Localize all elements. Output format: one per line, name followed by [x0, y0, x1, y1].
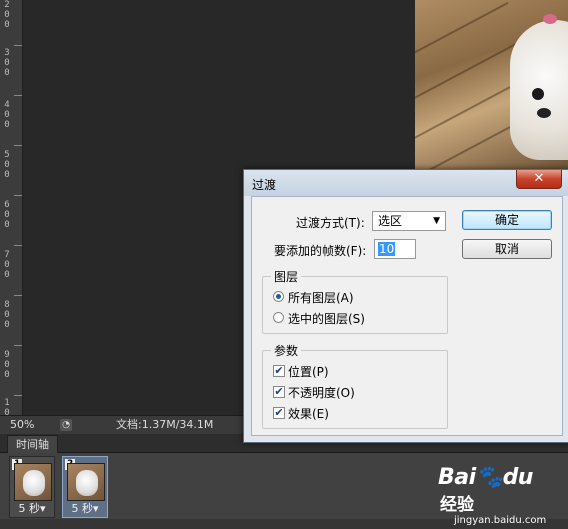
- ruler-tick: [14, 95, 22, 96]
- ruler-tick: [14, 395, 22, 396]
- vertical-ruler[interactable]: 2 0 0 3 0 0 4 0 0 5 0 0 6 0 0 7 0 0 8 0 …: [0, 0, 23, 428]
- chevron-down-icon: ▼: [433, 216, 440, 226]
- selected-layers-label[interactable]: 选中的图层(S): [288, 310, 365, 327]
- opacity-label[interactable]: 不透明度(O): [288, 384, 355, 401]
- ruler-label: 3 0 0: [4, 48, 10, 78]
- timeline-frame[interactable]: 2 5 秒▾: [62, 456, 108, 518]
- all-layers-radio[interactable]: [273, 291, 284, 302]
- all-layers-label[interactable]: 所有图层(A): [288, 289, 354, 306]
- floor-plank: [415, 1, 509, 61]
- ruler-label: 7 0 0: [4, 250, 10, 280]
- paw-icon: 🐾: [475, 465, 503, 490]
- ok-button[interactable]: 确定: [462, 210, 552, 230]
- dialog-title: 过渡: [252, 178, 277, 192]
- ruler-tick: [14, 195, 22, 196]
- effects-label[interactable]: 效果(E): [288, 405, 329, 422]
- ruler-tick: [14, 45, 22, 46]
- watermark-suffix: 经验: [440, 495, 474, 515]
- timeline-frame[interactable]: 1 5 秒▾: [9, 456, 55, 518]
- ruler-label: 9 0 0: [4, 350, 10, 380]
- frames-to-add-input[interactable]: 10: [374, 239, 416, 259]
- frame-delay[interactable]: 5 秒▾: [10, 502, 54, 515]
- dialog-titlebar[interactable]: 过渡 ✕: [244, 170, 568, 196]
- frames-to-add-label: 要添加的帧数(F):: [274, 244, 367, 258]
- dialog-body: 过渡方式(T): 选区 ▼ 要添加的帧数(F): 10 确定 取消 图层 所有图…: [251, 196, 563, 436]
- ruler-label: 5 0 0: [4, 150, 10, 180]
- dog-bow: [543, 14, 557, 24]
- frame-thumbnail: [14, 463, 52, 501]
- zoom-level[interactable]: 50%: [10, 416, 34, 434]
- layers-group: 图层 所有图层(A) 选中的图层(S): [262, 268, 448, 334]
- ruler-label: 2 0 0: [4, 0, 10, 30]
- status-menu-icon[interactable]: ◔: [60, 419, 72, 431]
- dog-eye: [532, 88, 544, 100]
- watermark-brand: Bai: [438, 465, 476, 490]
- document-info: 文档:1.37M/34.1M: [116, 418, 214, 431]
- dog-nose: [537, 108, 551, 118]
- watermark-url: jingyan.baidu.com: [454, 515, 547, 526]
- document-image[interactable]: [415, 0, 568, 170]
- baidu-watermark: Bai🐾du 经验 jingyan.baidu.com: [438, 465, 568, 526]
- layers-group-title: 图层: [271, 268, 302, 285]
- ruler-label: 8 0 0: [4, 300, 10, 330]
- tween-method-label: 过渡方式(T):: [296, 216, 365, 230]
- tween-method-value: 选区: [378, 214, 403, 228]
- position-label[interactable]: 位置(P): [288, 363, 329, 380]
- ruler-label: 6 0 0: [4, 200, 10, 230]
- effects-checkbox[interactable]: ✔: [273, 407, 285, 419]
- ruler-tick: [14, 145, 22, 146]
- tab-timeline[interactable]: 时间轴: [7, 435, 58, 453]
- cancel-button[interactable]: 取消: [462, 239, 552, 259]
- selected-layers-radio[interactable]: [273, 312, 284, 323]
- parameters-group: 参数 ✔ 位置(P) ✔ 不透明度(O) ✔ 效果(E): [262, 342, 448, 429]
- watermark-brand-suffix: du: [502, 465, 534, 490]
- frame-delay[interactable]: 5 秒▾: [63, 502, 107, 515]
- ruler-label: 4 0 0: [4, 100, 10, 130]
- tween-dialog: 过渡 ✕ 过渡方式(T): 选区 ▼ 要添加的帧数(F): 10 确定 取消 图…: [243, 169, 568, 443]
- position-checkbox[interactable]: ✔: [273, 365, 285, 377]
- opacity-checkbox[interactable]: ✔: [273, 386, 285, 398]
- frame-thumbnail: [67, 463, 105, 501]
- close-button[interactable]: ✕: [516, 170, 562, 189]
- ruler-tick: [14, 245, 22, 246]
- frames-to-add-value: 10: [378, 242, 396, 256]
- parameters-group-title: 参数: [271, 342, 302, 359]
- tween-method-select[interactable]: 选区 ▼: [372, 211, 446, 231]
- ruler-tick: [14, 295, 22, 296]
- ruler-tick: [14, 345, 22, 346]
